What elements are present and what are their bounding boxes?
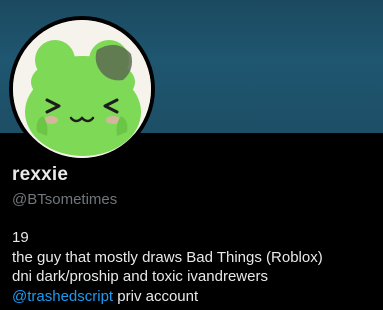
profile-bio: 19 the guy that mostly draws Bad Things … (12, 228, 373, 306)
bio-line-description: the guy that mostly draws Bad Things (Ro… (12, 248, 323, 266)
bio-priv-account-text: priv account (113, 287, 199, 305)
profile-info: rexxie @BTsometimes 19 the guy that most… (12, 163, 373, 306)
bio-line-priv-account: @trashedscript priv account (12, 287, 373, 307)
frog-avatar-icon (13, 20, 151, 158)
profile-avatar[interactable] (13, 20, 151, 158)
display-name: rexxie (12, 164, 69, 185)
bio-line-age: 19 (12, 229, 29, 246)
bio-line-dni: dni dark/proship and toxic ivandrewers (12, 268, 268, 285)
user-handle: @BTsometimes (12, 191, 118, 208)
bio-mention-link[interactable]: @trashedscript (12, 288, 113, 305)
